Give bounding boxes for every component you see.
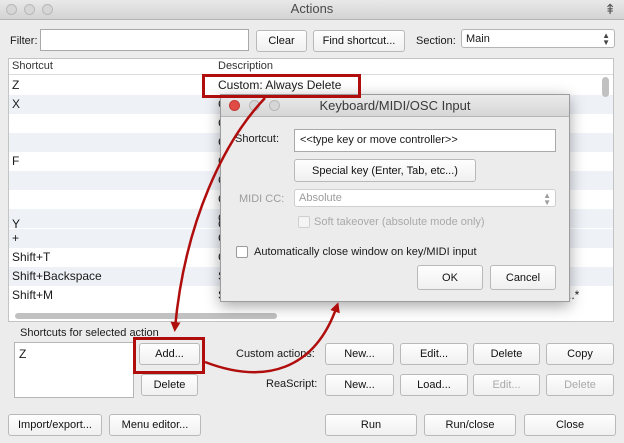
actions-window: Actions ⇞ Filter: Clear Find shortcut...… xyxy=(0,0,624,443)
annotation-arrows xyxy=(170,97,340,374)
arrow-to-add-button xyxy=(170,97,266,332)
arrow-to-dialog xyxy=(204,302,340,374)
